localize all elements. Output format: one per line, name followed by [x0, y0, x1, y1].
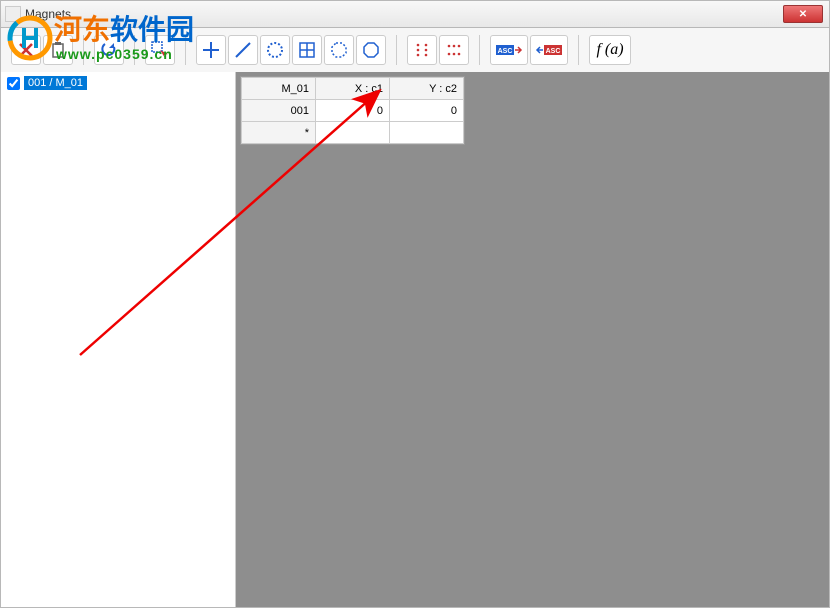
clipboard-icon: [48, 40, 68, 60]
asc-export-icon: ASC: [495, 40, 523, 60]
window-icon: [5, 6, 21, 22]
select-rect-button[interactable]: [145, 35, 175, 65]
dots-h-icon: [444, 40, 464, 60]
separator: [83, 35, 84, 65]
grid4-icon: [297, 40, 317, 60]
toolbar: ASC ASC f (a): [0, 28, 830, 72]
data-grid[interactable]: M_01 X : c1 Y : c2 001 0 0 *: [240, 76, 465, 145]
octagon-icon: [361, 40, 381, 60]
grid-row: 001 0 0: [242, 100, 464, 122]
asc-export-button[interactable]: ASC: [490, 35, 528, 65]
refresh-button[interactable]: [94, 35, 124, 65]
separator: [185, 35, 186, 65]
list-item[interactable]: 001 / M_01: [3, 74, 233, 92]
svg-text:ASC: ASC: [546, 48, 561, 55]
crosshair-icon: [201, 40, 221, 60]
fx-icon: f (a): [596, 41, 623, 59]
svg-text:ASC: ASC: [498, 48, 513, 55]
separator: [479, 35, 480, 65]
formula-button[interactable]: f (a): [589, 35, 631, 65]
delete-button[interactable]: [11, 35, 41, 65]
close-button[interactable]: ✕: [783, 5, 823, 23]
dots-vertical-button[interactable]: [407, 35, 437, 65]
circle-icon: [265, 40, 285, 60]
grid-row: *: [242, 122, 464, 144]
select-rect-icon: [150, 40, 170, 60]
grid4-button[interactable]: [292, 35, 322, 65]
grid-header[interactable]: Y : c2: [390, 78, 464, 100]
crosshair-button[interactable]: [196, 35, 226, 65]
grid-header[interactable]: M_01: [242, 78, 316, 100]
asc-import-icon: ASC: [535, 40, 563, 60]
octagon-dashed-button[interactable]: [324, 35, 354, 65]
circle-button[interactable]: [260, 35, 290, 65]
grid-cell[interactable]: [316, 122, 390, 144]
grid-cell[interactable]: 0: [390, 100, 464, 122]
grid-cell[interactable]: 0: [316, 100, 390, 122]
separator: [396, 35, 397, 65]
line-button[interactable]: [228, 35, 258, 65]
delete-x-icon: [16, 40, 36, 60]
grid-header-row: M_01 X : c1 Y : c2: [242, 78, 464, 100]
item-label: 001 / M_01: [24, 76, 87, 90]
window-title: Magnets: [25, 7, 71, 21]
grid-rowhead[interactable]: *: [242, 122, 316, 144]
refresh-icon: [99, 40, 119, 60]
sidebar: 001 / M_01: [1, 72, 236, 607]
grid-rowhead[interactable]: 001: [242, 100, 316, 122]
paste-button[interactable]: [43, 35, 73, 65]
main-area: 001 / M_01 M_01 X : c1 Y : c2 001 0 0 *: [0, 72, 830, 608]
dots-horizontal-button[interactable]: [439, 35, 469, 65]
dots-v-icon: [412, 40, 432, 60]
line-icon: [233, 40, 253, 60]
grid-cell[interactable]: [390, 122, 464, 144]
asc-import-button[interactable]: ASC: [530, 35, 568, 65]
content-area: M_01 X : c1 Y : c2 001 0 0 *: [236, 72, 829, 607]
item-checkbox[interactable]: [7, 77, 20, 90]
separator: [578, 35, 579, 65]
grid-header[interactable]: X : c1: [316, 78, 390, 100]
octagon-dashed-icon: [329, 40, 349, 60]
separator: [134, 35, 135, 65]
octagon-button[interactable]: [356, 35, 386, 65]
close-icon: ✕: [799, 9, 807, 20]
titlebar: Magnets ✕: [0, 0, 830, 28]
